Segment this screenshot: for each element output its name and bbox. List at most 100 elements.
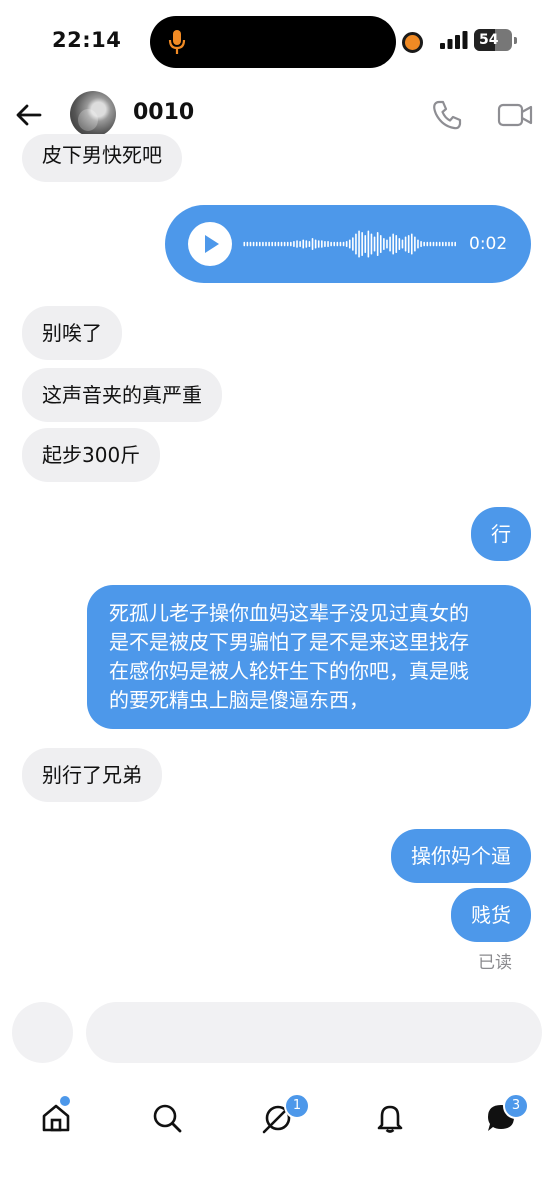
waveform-bar: [333, 241, 336, 247]
waveform-bar: [311, 238, 314, 250]
waveform-bar: [352, 237, 354, 251]
avatar[interactable]: [70, 91, 116, 137]
waveform-bar: [429, 241, 432, 247]
waveform-bar: [441, 241, 444, 247]
waveform-bar: [339, 241, 342, 247]
messages-badge: 3: [503, 1093, 529, 1119]
back-arrow-icon[interactable]: [14, 100, 44, 130]
waveform-bar: [398, 238, 401, 250]
play-icon[interactable]: [188, 222, 232, 266]
waveform-bar: [302, 239, 305, 249]
message-bubble-outgoing[interactable]: 贱货: [451, 888, 531, 942]
waveform-bar: [389, 236, 391, 252]
message-bubble-outgoing[interactable]: 操你妈个逼: [391, 829, 531, 883]
message-bubble-incoming[interactable]: 皮下男快死吧: [22, 134, 182, 182]
message-bubble-outgoing[interactable]: 行: [471, 507, 531, 561]
waveform-bar: [435, 241, 438, 247]
message-line: 是不是被皮下男骗怕了是不是来这里找存: [109, 630, 469, 654]
waveform-bar: [342, 241, 345, 247]
waveform-bar: [432, 241, 435, 247]
voice-message-bubble[interactable]: 0:02: [165, 205, 531, 283]
waveform-bar: [348, 239, 351, 249]
waveform-bar: [451, 241, 453, 247]
waveform-bar: [262, 241, 264, 247]
waveform-bar: [293, 241, 295, 247]
status-time: 22:14: [52, 28, 122, 52]
message-bubble-incoming[interactable]: 起步300斤: [22, 428, 161, 482]
message-bubble-incoming[interactable]: 这声音夹的真严重: [22, 368, 222, 422]
waveform-bar: [423, 241, 425, 247]
dynamic-island: [150, 16, 396, 68]
message-bubble-incoming[interactable]: 别唉了: [22, 306, 122, 360]
waveform-bar: [407, 235, 410, 253]
waveform-bar: [410, 233, 413, 255]
waveform-bar: [249, 241, 252, 247]
message-bubble-outgoing[interactable]: 死孤儿老子操你血妈这辈子没见过真女的 是不是被皮下男骗怕了是不是来这里找存 在感…: [87, 585, 531, 729]
spaces-badge: 1: [284, 1093, 310, 1119]
message-line: 在感你妈是被人轮奸生下的你吧，真是贱: [109, 659, 469, 683]
waveform-bar: [314, 239, 317, 249]
waveform-bar: [414, 236, 416, 252]
waveform-bar: [426, 241, 429, 247]
waveform-bar: [373, 236, 376, 252]
home-notification-dot: [58, 1094, 72, 1108]
tab-notifications[interactable]: [370, 1098, 410, 1138]
waveform-bar: [286, 241, 289, 247]
message-line: 死孤儿老子操你血妈这辈子没见过真女的: [109, 601, 469, 625]
waveform-bar: [345, 241, 348, 247]
waveform: [243, 230, 456, 258]
waveform-bar: [361, 232, 363, 256]
voice-duration: 0:02: [469, 234, 508, 254]
waveform-bar: [392, 233, 394, 255]
message-bubble-incoming[interactable]: 别行了兄弟: [22, 748, 162, 802]
waveform-bar: [386, 239, 388, 249]
waveform-bar: [376, 232, 379, 256]
waveform-bar: [280, 241, 283, 247]
waveform-bar: [308, 241, 311, 247]
waveform-bar: [299, 241, 301, 247]
recording-dot-icon: [402, 32, 423, 53]
search-icon: [153, 1104, 182, 1133]
waveform-bar: [324, 241, 326, 247]
battery-nub: [514, 37, 517, 44]
waveform-bar: [395, 235, 398, 253]
waveform-bar: [296, 240, 298, 248]
waveform-bar: [265, 241, 267, 247]
waveform-bar: [317, 240, 320, 248]
video-camera-icon[interactable]: [496, 98, 534, 132]
signal-icon: [440, 31, 468, 49]
waveform-bar: [283, 241, 286, 247]
waveform-bar: [259, 241, 261, 247]
waveform-bar: [383, 238, 385, 250]
waveform-bar: [445, 241, 447, 247]
message-line: 的要死精虫上脑是傻逼东西，: [109, 688, 369, 712]
bell-icon: [377, 1105, 403, 1133]
battery-percent: 54: [479, 32, 499, 48]
phone-icon[interactable]: [430, 98, 464, 132]
battery-icon: 54: [474, 29, 512, 51]
waveform-bar: [246, 241, 249, 247]
waveform-bar: [290, 241, 292, 247]
waveform-bar: [364, 235, 367, 253]
waveform-bar: [367, 230, 370, 258]
waveform-bar: [305, 240, 308, 248]
waveform-bar: [271, 241, 274, 247]
waveform-bar: [274, 241, 277, 247]
message-input[interactable]: [86, 1002, 542, 1063]
waveform-bar: [252, 241, 255, 247]
waveform-bar: [401, 239, 404, 249]
waveform-bar: [355, 233, 357, 255]
waveform-bar: [268, 241, 270, 247]
attach-button[interactable]: [12, 1002, 73, 1063]
waveform-bar: [358, 230, 360, 258]
waveform-bar: [448, 241, 450, 247]
waveform-bar: [255, 241, 258, 247]
waveform-bar: [404, 236, 407, 252]
chat-screen: 22:14 54 0010 皮下男快死吧 0:02 别唉了 这声音夹的真严重 起…: [0, 0, 554, 1200]
contact-name[interactable]: 0010: [133, 100, 194, 125]
microphone-icon: [168, 30, 186, 54]
waveform-bar: [438, 241, 441, 247]
waveform-bar: [277, 241, 280, 247]
tab-search[interactable]: [147, 1098, 187, 1138]
waveform-bar: [330, 241, 332, 247]
